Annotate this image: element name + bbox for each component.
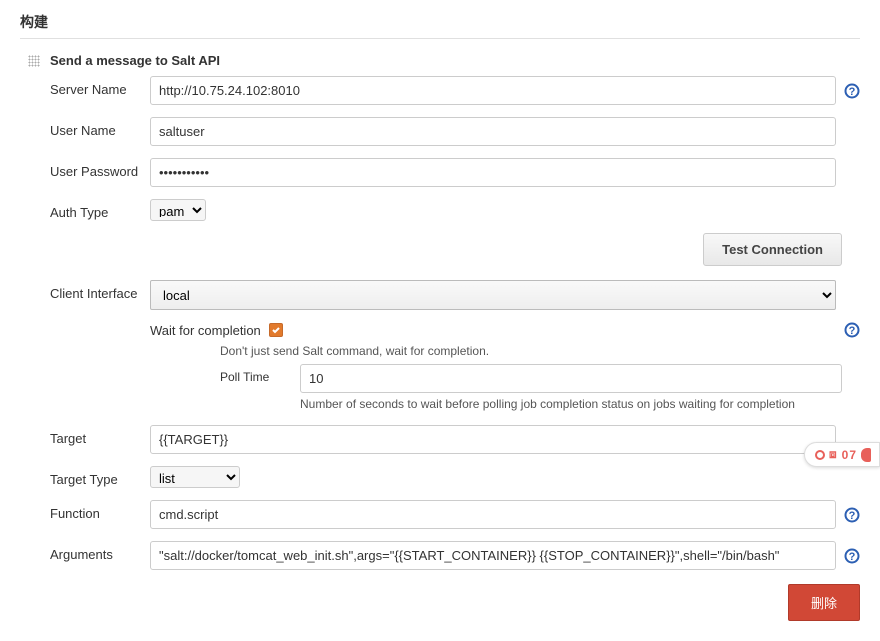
svg-text:?: ?	[849, 551, 856, 563]
label-function: Function	[50, 500, 150, 521]
label-client-interface: Client Interface	[50, 280, 150, 301]
floating-toolbar[interactable]: ⧈ 07	[804, 442, 880, 467]
target-type-select[interactable]: list	[150, 466, 240, 488]
server-name-input[interactable]	[150, 76, 836, 105]
test-connection-button[interactable]: Test Connection	[703, 233, 842, 266]
delete-button[interactable]: 删除	[788, 584, 860, 621]
label-wait-for-completion: Wait for completion	[150, 323, 261, 338]
section-header-build: 构建	[20, 8, 860, 39]
help-icon[interactable]: ?	[844, 83, 860, 99]
poll-time-input[interactable]	[300, 364, 842, 393]
target-input[interactable]	[150, 425, 836, 454]
user-password-input[interactable]	[150, 158, 836, 187]
svg-text:?: ?	[849, 510, 856, 522]
widget-counter: 07	[842, 448, 857, 462]
label-user-name: User Name	[50, 117, 150, 138]
widget-tab-icon[interactable]	[861, 448, 871, 462]
auth-type-select[interactable]: pam	[150, 199, 206, 221]
help-icon[interactable]: ?	[844, 322, 860, 338]
label-arguments: Arguments	[50, 541, 150, 562]
poll-help-text: Number of seconds to wait before polling…	[300, 397, 842, 411]
svg-text:?: ?	[849, 86, 856, 98]
build-step: Send a message to Salt API Server Name ?…	[20, 53, 860, 621]
widget-bars-icon: ⧈	[829, 447, 838, 462]
step-title: Send a message to Salt API	[50, 53, 860, 68]
label-user-password: User Password	[50, 158, 150, 179]
label-target: Target	[50, 425, 150, 446]
arguments-input[interactable]	[150, 541, 836, 570]
help-icon[interactable]: ?	[844, 548, 860, 564]
wait-for-completion-checkbox[interactable]	[269, 323, 283, 337]
record-icon[interactable]	[815, 450, 825, 460]
svg-text:?: ?	[849, 325, 856, 337]
client-interface-select[interactable]: local	[150, 280, 836, 310]
label-auth-type: Auth Type	[50, 199, 150, 220]
wait-help-text: Don't just send Salt command, wait for c…	[220, 344, 842, 358]
label-server-name: Server Name	[50, 76, 150, 97]
function-input[interactable]	[150, 500, 836, 529]
label-target-type: Target Type	[50, 466, 150, 487]
help-icon[interactable]: ?	[844, 507, 860, 523]
user-name-input[interactable]	[150, 117, 836, 146]
label-poll-time: Poll Time	[220, 364, 300, 384]
drag-handle-icon[interactable]	[28, 55, 40, 67]
